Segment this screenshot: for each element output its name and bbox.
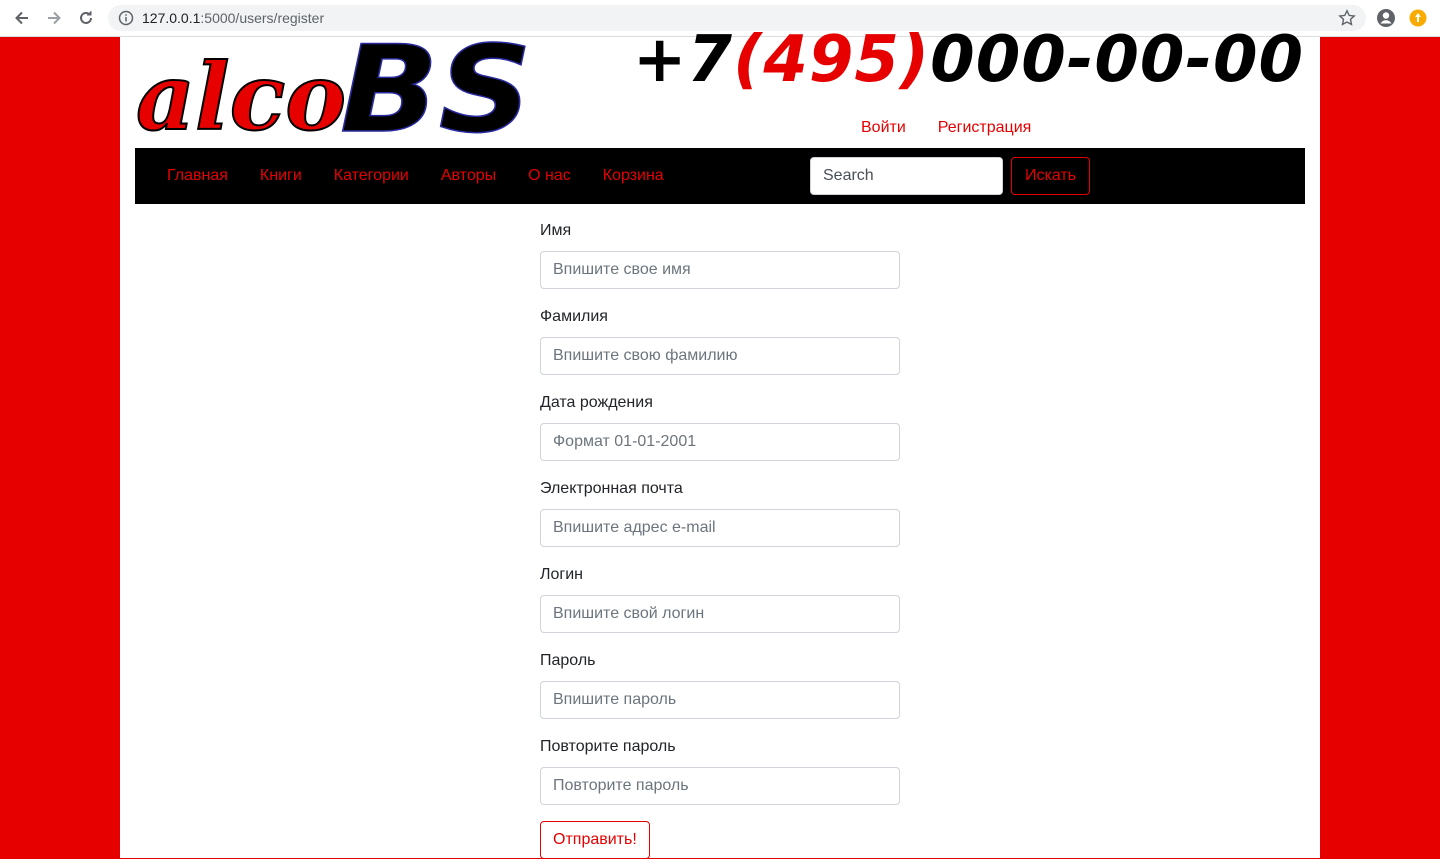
- register-link[interactable]: Регистрация: [938, 119, 1032, 136]
- bookmark-star-icon[interactable]: [1338, 9, 1356, 32]
- submit-button[interactable]: Отправить!: [540, 821, 650, 859]
- birth-date-field: Дата рождения: [540, 392, 900, 478]
- nav-menu: Главная Книги Категории Авторы О нас Кор…: [151, 148, 680, 204]
- reload-icon[interactable]: [74, 6, 98, 30]
- repeat-password-input[interactable]: [540, 767, 900, 805]
- profile-icon[interactable]: [1375, 7, 1397, 34]
- nav-item-authors[interactable]: Авторы: [425, 167, 512, 185]
- back-icon[interactable]: [10, 6, 34, 30]
- main-navbar: Главная Книги Категории Авторы О нас Кор…: [135, 148, 1305, 204]
- password-input[interactable]: [540, 681, 900, 719]
- birth-date-label: Дата рождения: [540, 394, 653, 411]
- repeat-password-field: Повторите пароль: [540, 736, 900, 822]
- registration-form: Имя Фамилия Дата рождения Электронная по…: [540, 220, 900, 859]
- last-name-label: Фамилия: [540, 308, 608, 325]
- first-name-input[interactable]: [540, 251, 900, 289]
- nav-item-home[interactable]: Главная: [151, 167, 244, 185]
- search-button[interactable]: Искать: [1011, 157, 1090, 195]
- first-name-label: Имя: [540, 222, 572, 239]
- birth-date-input[interactable]: [540, 423, 900, 461]
- login-label: Логин: [540, 566, 584, 583]
- email-label: Электронная почта: [540, 480, 683, 497]
- last-name-field: Фамилия: [540, 306, 900, 392]
- logo-text-bs: BS: [340, 31, 532, 143]
- nav-item-categories[interactable]: Категории: [318, 167, 425, 185]
- repeat-password-label: Повторите пароль: [540, 738, 676, 755]
- page-content: alco BS +7(495)000-00-00 Войти Регистраци…: [120, 23, 1320, 859]
- extension-icon[interactable]: [1408, 8, 1428, 33]
- password-label: Пароль: [540, 652, 596, 669]
- nav-item-books[interactable]: Книги: [244, 167, 318, 185]
- forward-icon[interactable]: [42, 6, 66, 30]
- last-name-input[interactable]: [540, 337, 900, 375]
- info-icon[interactable]: [118, 10, 134, 31]
- login-field: Логин: [540, 564, 900, 650]
- auth-links: Войти Регистрация: [861, 119, 1063, 137]
- phone-number: +7(495)000-00-00: [632, 23, 1304, 97]
- login-link[interactable]: Войти: [861, 119, 906, 136]
- email-input[interactable]: [540, 509, 900, 547]
- login-input[interactable]: [540, 595, 900, 633]
- nav-item-about[interactable]: О нас: [512, 167, 587, 185]
- nav-item-cart[interactable]: Корзина: [587, 167, 680, 185]
- email-field: Электронная почта: [540, 478, 900, 564]
- password-field: Пароль: [540, 650, 900, 736]
- url-text: 127.0.0.1:5000/users/register: [142, 10, 325, 26]
- logo-text-alco: alco: [136, 43, 346, 143]
- site-logo[interactable]: alco BS: [134, 31, 544, 143]
- first-name-field: Имя: [540, 220, 900, 306]
- search-input[interactable]: [810, 157, 1003, 195]
